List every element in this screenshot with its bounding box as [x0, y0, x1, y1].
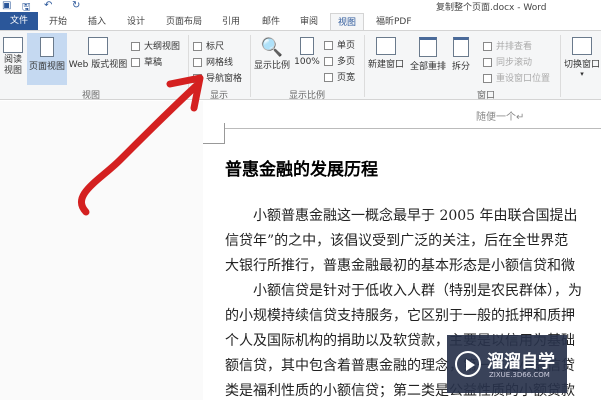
group-label-show: 显示 [210, 91, 229, 101]
checkbox-icon [193, 74, 202, 83]
sync-scroll-icon [483, 58, 492, 67]
reset-window-position-button[interactable]: 重设窗口位置 [483, 71, 550, 84]
tab-references[interactable]: 引用 [222, 14, 240, 27]
watermark: 溜溜自学 ZIXUE.3D66.COM [447, 335, 567, 393]
draft-icon [131, 58, 140, 67]
split-icon [453, 37, 469, 57]
tab-home[interactable]: 开始 [49, 14, 67, 27]
group-label-zoom: 显示比例 [289, 91, 326, 101]
new-window-button[interactable]: 新建窗口 [366, 37, 406, 70]
ruler-checkbox[interactable]: 标尺 [193, 39, 224, 52]
ribbon-tabs: 文件 开始 插入 设计 页面布局 引用 邮件 审阅 视图 福昕PDF [0, 12, 601, 30]
tab-view[interactable]: 视图 [330, 13, 365, 30]
divider [560, 35, 561, 97]
checkbox-icon [193, 58, 202, 67]
group-label-window: 窗口 [477, 91, 496, 101]
outline-icon [131, 42, 140, 51]
gridlines-checkbox[interactable]: 网格线 [193, 55, 233, 68]
checkbox-icon [193, 42, 202, 51]
tab-foxit-pdf[interactable]: 福昕PDF [376, 14, 412, 27]
group-label-views: 视图 [82, 91, 101, 101]
play-logo-icon [455, 351, 481, 377]
body-line: 信贷年”的之中，该倡议受到广泛的关注，后在全世界范 [225, 233, 569, 249]
page-width-button[interactable]: 页宽 [324, 70, 355, 83]
side-by-side-icon [483, 42, 492, 51]
redo-icon[interactable]: ↻ [72, 0, 80, 11]
new-window-icon [376, 37, 396, 55]
web-page-icon [88, 37, 108, 55]
undo-icon[interactable]: ↶ [44, 0, 52, 11]
body-line: 大银行所推行，普惠金融最初的基本形态是小额信贷和微 [225, 258, 575, 274]
synchronous-scrolling-button[interactable]: 同步滚动 [483, 55, 532, 68]
arrange-all-icon [419, 37, 437, 57]
page-width-icon [324, 73, 333, 82]
split-button[interactable]: 拆分 [449, 37, 473, 72]
tab-design[interactable]: 设计 [127, 14, 145, 27]
body-line: 小额信贷是针对于低收入人群（特别是农民群体），为 [225, 283, 582, 299]
book-icon [3, 37, 23, 53]
draft-button[interactable]: 草稿 [131, 55, 162, 68]
zoom-button[interactable]: 🔍 显示比例 [253, 37, 291, 71]
one-page-button[interactable]: 单页 [324, 38, 355, 51]
read-mode-button[interactable]: 阅读 视图 [1, 37, 25, 77]
page-100-icon [300, 37, 314, 55]
watermark-url: ZIXUE.3D66.COM [489, 371, 550, 379]
tab-insert[interactable]: 插入 [88, 14, 106, 27]
ribbon: 阅读 视图 页面视图 Web 版式视图 大纲视图 草稿 视图 标尺 网格线 导航… [0, 30, 601, 101]
document-heading: 普惠金融的发展历程 [225, 160, 378, 180]
divider [250, 35, 251, 97]
reset-window-icon [483, 74, 492, 83]
view-side-by-side-button[interactable]: 并排查看 [483, 39, 532, 52]
page-icon [40, 37, 54, 57]
tab-layout[interactable]: 页面布局 [166, 14, 202, 27]
divider [188, 35, 189, 97]
watermark-name: 溜溜自学 [487, 352, 555, 372]
magnifier-icon: 🔍 [260, 37, 284, 58]
tab-review[interactable]: 审阅 [300, 14, 318, 27]
one-page-icon [324, 41, 333, 50]
body-line: 的小规模持续信贷支持服务，它区别于一般的抵押和质押 [225, 308, 575, 324]
title-bar: ▣ 🖫 ↶ ↻ 复制整个页面.docx - Word [0, 0, 601, 13]
margin-corner-mark [203, 123, 225, 144]
switch-windows-button[interactable]: 切换窗口 ▾ [562, 37, 601, 78]
body-line: 小额普惠金融这一概念最早于 2005 年由联合国提出 [225, 208, 578, 224]
chevron-down-icon: ▾ [580, 70, 584, 78]
word-icon: ▣ [2, 0, 12, 11]
page-header-text: 随便一个↵ [476, 112, 525, 123]
print-layout-button[interactable]: 页面视图 [27, 33, 67, 85]
outline-button[interactable]: 大纲视图 [131, 39, 180, 52]
tab-mailings[interactable]: 邮件 [262, 14, 280, 27]
zoom-100-button[interactable]: 100% [294, 37, 320, 67]
tab-file[interactable]: 文件 [0, 12, 38, 30]
divider [364, 35, 365, 97]
switch-windows-icon [572, 37, 592, 55]
multiple-pages-button[interactable]: 多页 [324, 54, 355, 67]
multi-page-icon [324, 57, 333, 66]
web-layout-button[interactable]: Web 版式视图 [68, 37, 128, 70]
header-divider [225, 128, 601, 129]
arrange-all-button[interactable]: 全部重排 [408, 37, 448, 72]
navigation-pane-checkbox[interactable]: 导航窗格 [193, 71, 242, 84]
